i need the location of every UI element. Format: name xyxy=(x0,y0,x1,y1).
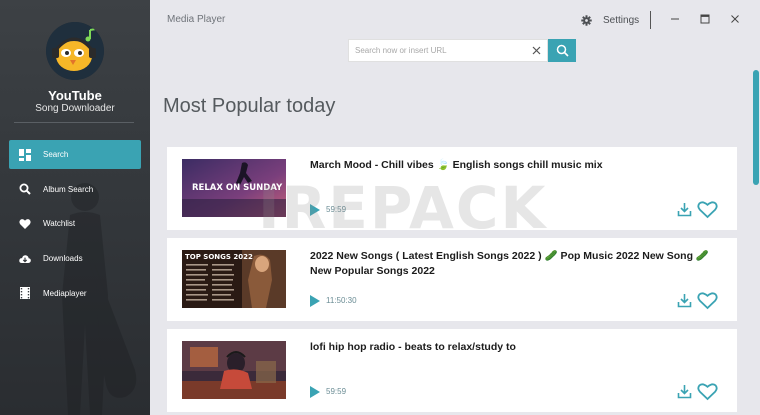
close-button[interactable] xyxy=(728,12,742,26)
search-button[interactable] xyxy=(548,39,576,62)
bird-headphones-icon xyxy=(46,22,104,80)
search-grid-icon xyxy=(19,148,31,161)
app-subtitle: Song Downloader xyxy=(35,103,115,114)
search-icon xyxy=(19,183,31,195)
app-logo xyxy=(46,22,104,80)
list-item[interactable]: RELAX ON SUNDAY March Mood - Chill vibes… xyxy=(167,147,737,230)
search-box xyxy=(348,39,548,62)
list-item[interactable]: lofi hip hop radio - beats to relax/stud… xyxy=(167,329,737,412)
sidebar-item-mediaplayer[interactable]: Mediaplayer xyxy=(9,279,141,308)
sidebar-item-label: Album Search xyxy=(43,184,94,194)
minimize-icon xyxy=(671,18,679,20)
results-list: RELAX ON SUNDAY March Mood - Chill vibes… xyxy=(167,147,737,415)
play-icon[interactable] xyxy=(310,295,320,307)
scrollbar-thumb[interactable] xyxy=(753,70,759,185)
search-icon xyxy=(556,44,569,57)
sidebar-divider xyxy=(14,122,134,123)
title-bar-separator xyxy=(650,11,651,29)
sidebar-item-search[interactable]: Search xyxy=(9,140,141,169)
sidebar-item-label: Downloads xyxy=(43,254,83,264)
page-title: Most Popular today xyxy=(163,95,336,117)
settings-button[interactable]: Settings xyxy=(603,15,639,26)
window-title: Media Player xyxy=(167,14,226,25)
sidebar-item-label: Search xyxy=(43,150,69,159)
sidebar-item-album-search[interactable]: Album Search xyxy=(9,175,141,204)
heart-icon[interactable] xyxy=(697,382,718,401)
sidebar-nav: Search Album Search Watchlist Downloads xyxy=(9,140,141,313)
download-icon[interactable] xyxy=(677,384,692,399)
minimize-button[interactable] xyxy=(668,12,682,26)
gear-icon[interactable] xyxy=(581,15,592,26)
sidebar-item-watchlist[interactable]: Watchlist xyxy=(9,209,141,238)
video-title[interactable]: lofi hip hop radio - beats to relax/stud… xyxy=(310,340,725,355)
sidebar-item-label: Mediaplayer xyxy=(43,288,87,298)
search-input[interactable] xyxy=(349,40,527,61)
download-icon[interactable] xyxy=(677,202,692,217)
heart-icon xyxy=(19,219,31,229)
video-thumbnail[interactable]: RELAX ON SUNDAY xyxy=(182,159,286,217)
download-icon[interactable] xyxy=(677,293,692,308)
video-title[interactable]: 2022 New Songs ( Latest English Songs 20… xyxy=(310,249,725,279)
maximize-icon xyxy=(700,14,710,24)
sidebar-item-downloads[interactable]: Downloads xyxy=(9,244,141,273)
video-thumbnail[interactable]: TOP SONGS 2022 xyxy=(182,250,286,308)
video-thumbnail[interactable] xyxy=(182,341,286,399)
video-duration: 11:50:30 xyxy=(326,296,357,305)
app-title: YouTube xyxy=(48,88,102,103)
heart-icon[interactable] xyxy=(697,291,718,310)
maximize-button[interactable] xyxy=(698,12,712,26)
sidebar-item-label: Watchlist xyxy=(43,219,76,229)
video-duration: 59:59 xyxy=(326,387,347,396)
thumbnail-text: TOP SONGS 2022 xyxy=(185,253,253,261)
close-icon xyxy=(731,15,739,23)
play-icon[interactable] xyxy=(310,204,320,216)
play-icon[interactable] xyxy=(310,386,320,398)
cloud-download-icon xyxy=(19,254,31,263)
thumbnail-text: RELAX ON SUNDAY xyxy=(192,183,283,193)
video-duration: 59:59 xyxy=(326,205,347,214)
film-icon xyxy=(20,287,30,300)
heart-icon[interactable] xyxy=(697,200,718,219)
clear-search-icon[interactable] xyxy=(531,45,542,56)
sidebar: YouTube Song Downloader Search Album Sea… xyxy=(0,0,150,415)
list-item[interactable]: TOP SONGS 2022 2022 New Songs ( Latest E… xyxy=(167,238,737,321)
video-title[interactable]: March Mood - Chill vibes 🍃 English songs… xyxy=(310,158,725,173)
